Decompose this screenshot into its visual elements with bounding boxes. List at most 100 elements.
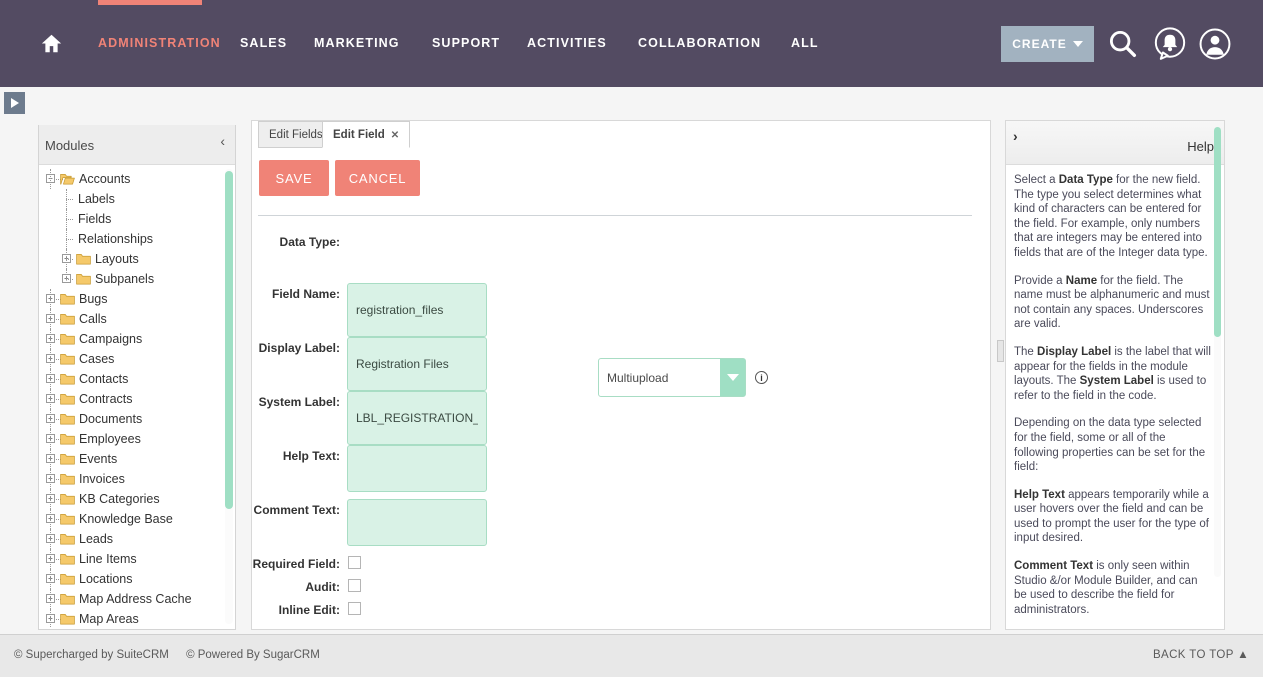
tree-connector xyxy=(66,259,73,260)
create-button[interactable]: CREATE xyxy=(1001,26,1094,62)
tree-item[interactable]: + Cases xyxy=(39,349,235,369)
display-label-input[interactable] xyxy=(347,337,487,391)
tree-connector xyxy=(50,289,51,309)
help-paragraph: Provide a Name for the field. The name m… xyxy=(1014,274,1212,332)
folder-closed-icon xyxy=(76,254,91,265)
tree-item[interactable]: + Map Areas xyxy=(39,609,235,628)
tree-item[interactable]: + Campaigns xyxy=(39,329,235,349)
tree-item[interactable]: + Documents xyxy=(39,409,235,429)
panel-splitter-handle[interactable] xyxy=(997,340,1004,362)
tree-item[interactable]: Labels xyxy=(39,189,235,209)
tab-edit-field[interactable]: Edit Field ✕ xyxy=(322,121,411,148)
expand-sidebar-icon[interactable] xyxy=(4,92,25,114)
nav-link-collaboration[interactable]: COLLABORATION xyxy=(638,36,761,50)
help-term: System Label xyxy=(1079,375,1154,388)
tree-item[interactable]: + Layouts xyxy=(39,249,235,269)
comment-text-input[interactable] xyxy=(347,499,487,546)
nav-link-support[interactable]: SUPPORT xyxy=(432,36,500,50)
user-icon[interactable] xyxy=(1198,27,1232,61)
sugarcrm-credit: © Powered By SugarCRM xyxy=(186,649,320,661)
tree-item-label: Contacts xyxy=(79,372,129,386)
tree-connector xyxy=(50,529,51,549)
tree-item[interactable]: + Bugs xyxy=(39,289,235,309)
nav-link-sales[interactable]: SALES xyxy=(240,36,287,50)
tree-item-label: Relationships xyxy=(78,232,154,246)
field-name-label: Field Name: xyxy=(271,287,340,301)
tree-item[interactable]: + Knowledge Base xyxy=(39,509,235,529)
sidebar-scrollbar-thumb[interactable] xyxy=(225,171,233,509)
tree-item[interactable]: + Leads xyxy=(39,529,235,549)
tree-item-label: Accounts xyxy=(79,172,131,186)
help-title: Help xyxy=(1187,139,1214,154)
help-scrollbar-thumb[interactable] xyxy=(1214,127,1221,337)
nav-link-all[interactable]: ALL xyxy=(791,36,819,50)
tree-connector xyxy=(50,329,51,349)
folder-closed-icon xyxy=(60,334,75,345)
info-icon[interactable]: i xyxy=(755,371,768,384)
tree-item-label: Cases xyxy=(79,352,115,366)
tree-item[interactable]: + Locations xyxy=(39,569,235,589)
tree-item-label: Bugs xyxy=(79,292,108,306)
tree-item[interactable]: + Map Address Cache xyxy=(39,589,235,609)
field-name-input[interactable] xyxy=(347,283,487,337)
modules-title: Modules xyxy=(45,138,95,153)
help-paragraph: Depending on the data type selected for … xyxy=(1014,416,1212,474)
tree-connector xyxy=(50,469,51,489)
tree-connector xyxy=(50,609,51,628)
folder-closed-icon xyxy=(60,494,75,505)
inline-edit-checkbox[interactable] xyxy=(348,602,361,615)
tree-connector xyxy=(50,489,51,509)
tree-connector xyxy=(66,279,73,280)
help-paragraph: Select a Data Type for the new field. Th… xyxy=(1014,173,1212,261)
tree-connector xyxy=(50,449,51,469)
tree-connector xyxy=(50,589,51,609)
tree-item[interactable]: + Invoices xyxy=(39,469,235,489)
help-term: Comment Text xyxy=(1014,560,1094,573)
tree-connector xyxy=(66,269,67,279)
tree-item[interactable]: + Calls xyxy=(39,309,235,329)
tree-item[interactable]: + Contracts xyxy=(39,389,235,409)
nav-link-activities[interactable]: ACTIVITIES xyxy=(527,36,607,50)
required-field-checkbox[interactable] xyxy=(348,556,361,569)
search-icon[interactable] xyxy=(1106,27,1140,61)
tree-item-label: Map Areas xyxy=(79,612,139,626)
chevron-left-icon[interactable]: ‹ xyxy=(220,133,225,149)
tree-item-label: Campaigns xyxy=(79,332,143,346)
tree-item[interactable]: + Events xyxy=(39,449,235,469)
back-to-top-link[interactable]: BACK TO TOP ▲ xyxy=(1153,649,1249,661)
folder-closed-icon xyxy=(60,434,75,445)
system-label-input[interactable] xyxy=(347,391,487,445)
folder-closed-icon xyxy=(60,454,75,465)
chevron-right-icon[interactable]: › xyxy=(1013,128,1018,144)
tree-item[interactable]: + Line Items xyxy=(39,549,235,569)
chevron-down-icon xyxy=(1072,41,1083,47)
tree-connector xyxy=(66,199,73,200)
tree-item[interactable]: + Contacts xyxy=(39,369,235,389)
audit-checkbox[interactable] xyxy=(348,579,361,592)
nav-link-administration[interactable]: ADMINISTRATION xyxy=(98,36,221,50)
display-label-label: Display Label: xyxy=(258,341,340,355)
tree-item[interactable]: + Employees xyxy=(39,429,235,449)
data-type-select[interactable]: Multiupload xyxy=(598,358,746,397)
folder-closed-icon xyxy=(76,274,91,285)
nav-link-marketing[interactable]: MARKETING xyxy=(314,36,400,50)
close-icon[interactable]: ✕ xyxy=(391,130,399,141)
data-type-value: Multiupload xyxy=(607,371,669,385)
home-icon[interactable] xyxy=(40,33,63,54)
tree-item-label: Events xyxy=(79,452,118,466)
tree-item-label: Line Items xyxy=(79,552,137,566)
folder-closed-icon xyxy=(60,514,75,525)
tree-item[interactable]: Fields xyxy=(39,209,235,229)
tree-item[interactable]: − Accounts xyxy=(39,169,235,189)
tree-item[interactable]: + Subpanels xyxy=(39,269,235,289)
save-button[interactable]: SAVE xyxy=(259,160,329,196)
tree-item[interactable]: Relationships xyxy=(39,229,235,249)
tree-item[interactable]: + KB Categories xyxy=(39,489,235,509)
tree-item-label: Invoices xyxy=(79,472,125,486)
chevron-down-icon[interactable] xyxy=(720,359,745,396)
folder-closed-icon xyxy=(60,414,75,425)
cancel-button[interactable]: CANCEL xyxy=(335,160,420,196)
bell-icon[interactable] xyxy=(1153,27,1187,61)
help-text-input[interactable] xyxy=(347,445,487,492)
tree-connector xyxy=(50,569,51,589)
